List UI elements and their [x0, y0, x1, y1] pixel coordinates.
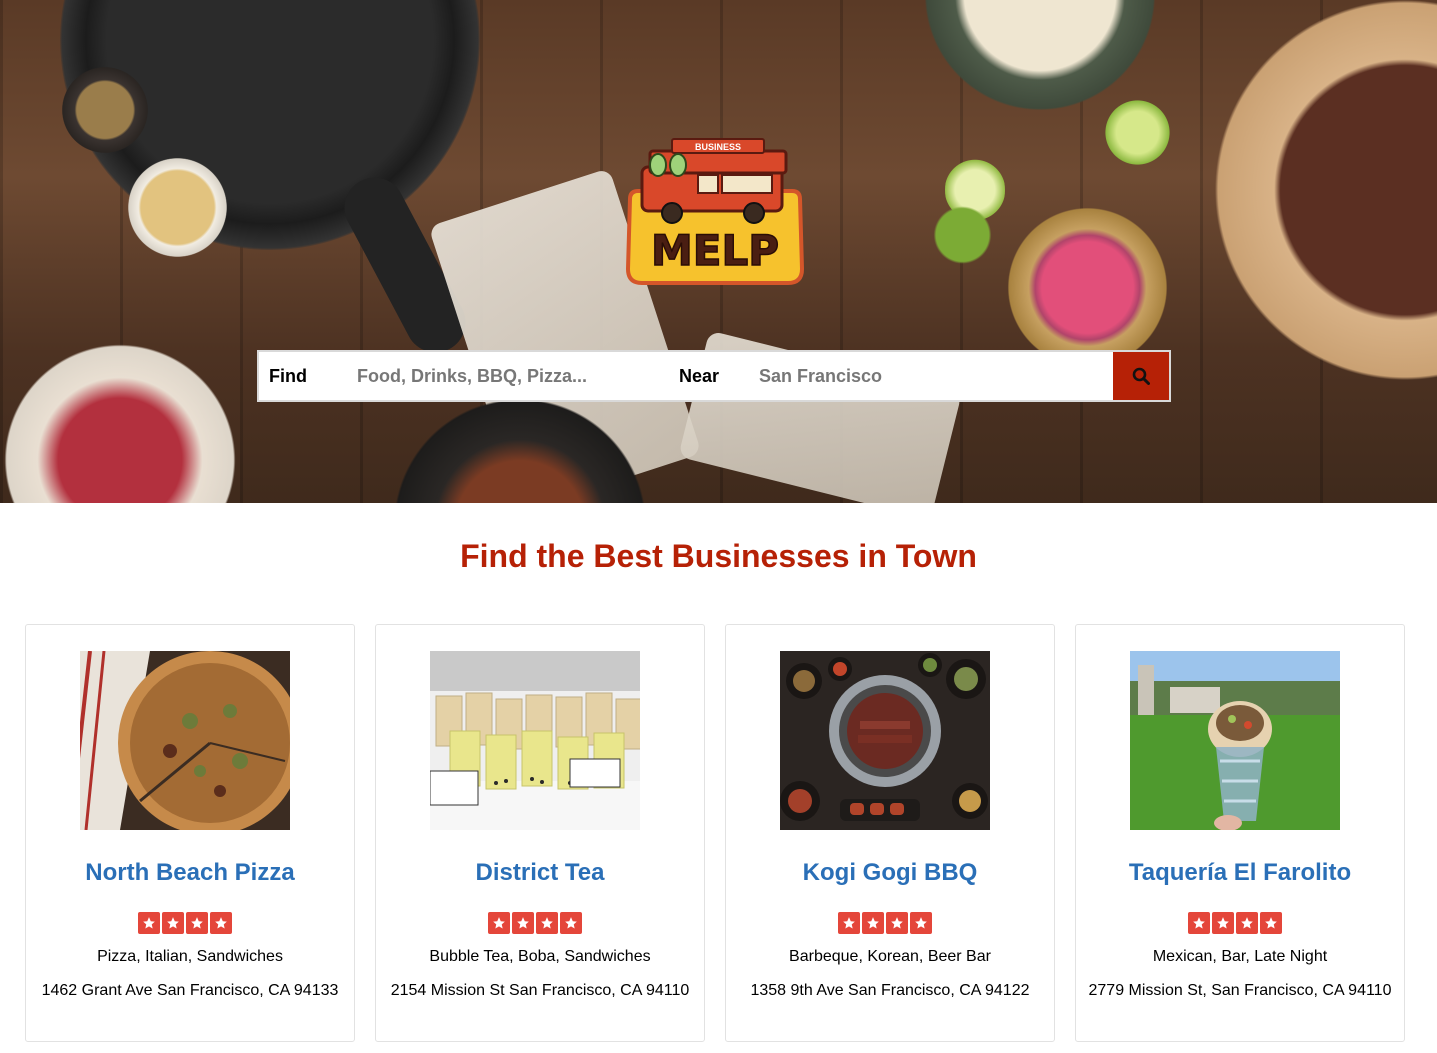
near-input[interactable] — [759, 360, 1099, 392]
pizza-photo[interactable] — [80, 651, 290, 830]
hero-banner: BUSINESS MELP Find Near — [0, 0, 1437, 503]
search-icon — [1132, 367, 1150, 385]
salad-decoration — [0, 330, 280, 503]
burrito-photo[interactable] — [1130, 651, 1340, 830]
star-rating — [138, 912, 234, 934]
star-rating — [488, 912, 584, 934]
lime-decoration — [925, 205, 1000, 265]
spice-bowl-decoration — [55, 60, 155, 160]
sauce-bowl-decoration — [120, 150, 235, 265]
star-icon — [162, 912, 184, 934]
page-title: Find the Best Businesses in Town — [460, 538, 977, 574]
star-icon — [512, 912, 534, 934]
business-categories: Barbeque, Korean, Beer Bar — [789, 948, 991, 965]
star-icon — [1212, 912, 1234, 934]
logo-banner-text: BUSINESS — [695, 142, 741, 152]
star-icon — [488, 912, 510, 934]
star-icon — [560, 912, 582, 934]
business-card[interactable]: Kogi Gogi BBQ Barbeque, Korean, Beer Bar… — [725, 624, 1055, 1042]
business-card[interactable]: District Tea Bubble Tea, Boba, Sandwiche… — [375, 624, 705, 1042]
business-address: 2779 Mission St, San Francisco, CA 94110 — [1088, 982, 1392, 999]
business-card[interactable]: Taquería El Farolito Mexican, Bar, Late … — [1075, 624, 1405, 1042]
plate-decoration — [890, 0, 1190, 110]
business-name-link[interactable]: Taquería El Farolito — [1076, 859, 1404, 887]
find-label: Find — [269, 366, 307, 386]
star-icon — [536, 912, 558, 934]
star-icon — [210, 912, 232, 934]
star-icon — [1260, 912, 1282, 934]
logo-text: MELP — [651, 226, 779, 275]
star-icon — [1236, 912, 1258, 934]
star-icon — [910, 912, 932, 934]
business-categories: Bubble Tea, Boba, Sandwiches — [429, 948, 651, 965]
near-label: Near — [679, 366, 720, 386]
star-icon — [886, 912, 908, 934]
business-address: 1462 Grant Ave San Francisco, CA 94133 — [41, 982, 339, 999]
search-bar: Find Near — [257, 350, 1171, 402]
business-address: 1358 9th Ave San Francisco, CA 94122 — [750, 982, 1030, 999]
find-input[interactable] — [357, 360, 657, 392]
korean-bbq-photo[interactable] — [780, 651, 990, 830]
business-card-list: North Beach Pizza Pizza, Italian, Sandwi… — [25, 624, 1405, 1042]
search-button[interactable] — [1113, 352, 1169, 400]
star-icon — [838, 912, 860, 934]
business-name-link[interactable]: Kogi Gogi BBQ — [726, 859, 1054, 887]
star-icon — [862, 912, 884, 934]
star-rating — [838, 912, 934, 934]
meat-board-decoration — [1195, 0, 1437, 420]
business-name-link[interactable]: District Tea — [376, 859, 704, 887]
star-rating — [1188, 912, 1284, 934]
business-card[interactable]: North Beach Pizza Pizza, Italian, Sandwi… — [25, 624, 355, 1042]
melp-logo[interactable]: BUSINESS MELP — [620, 137, 810, 287]
lime-decoration — [1100, 95, 1175, 170]
star-icon — [138, 912, 160, 934]
star-icon — [1188, 912, 1210, 934]
business-address: 2154 Mission St San Francisco, CA 94110 — [390, 982, 690, 999]
business-categories: Mexican, Bar, Late Night — [1152, 948, 1328, 965]
business-name-link[interactable]: North Beach Pizza — [26, 859, 354, 887]
bubble-tea-photo[interactable] — [430, 651, 640, 830]
business-categories: Pizza, Italian, Sandwiches — [97, 948, 283, 965]
star-icon — [186, 912, 208, 934]
